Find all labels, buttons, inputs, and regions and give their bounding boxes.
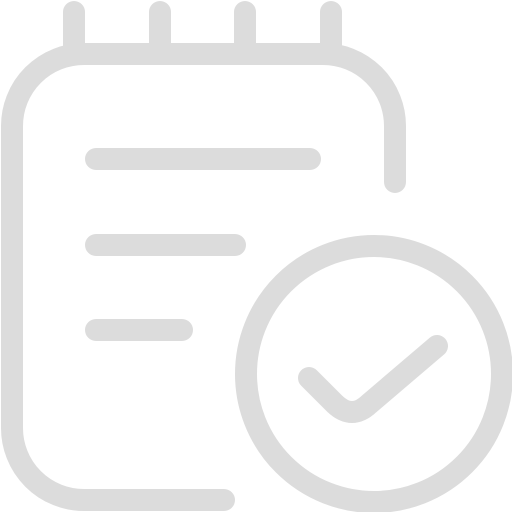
- check-mark-icon: [298, 335, 448, 423]
- notepad-check-icon: [1, 1, 512, 512]
- binding-rings: [63, 1, 342, 57]
- check-circle: [235, 235, 512, 512]
- notepad-body-outline: [1, 43, 406, 511]
- notepad-check-icon-canvas: [0, 0, 512, 512]
